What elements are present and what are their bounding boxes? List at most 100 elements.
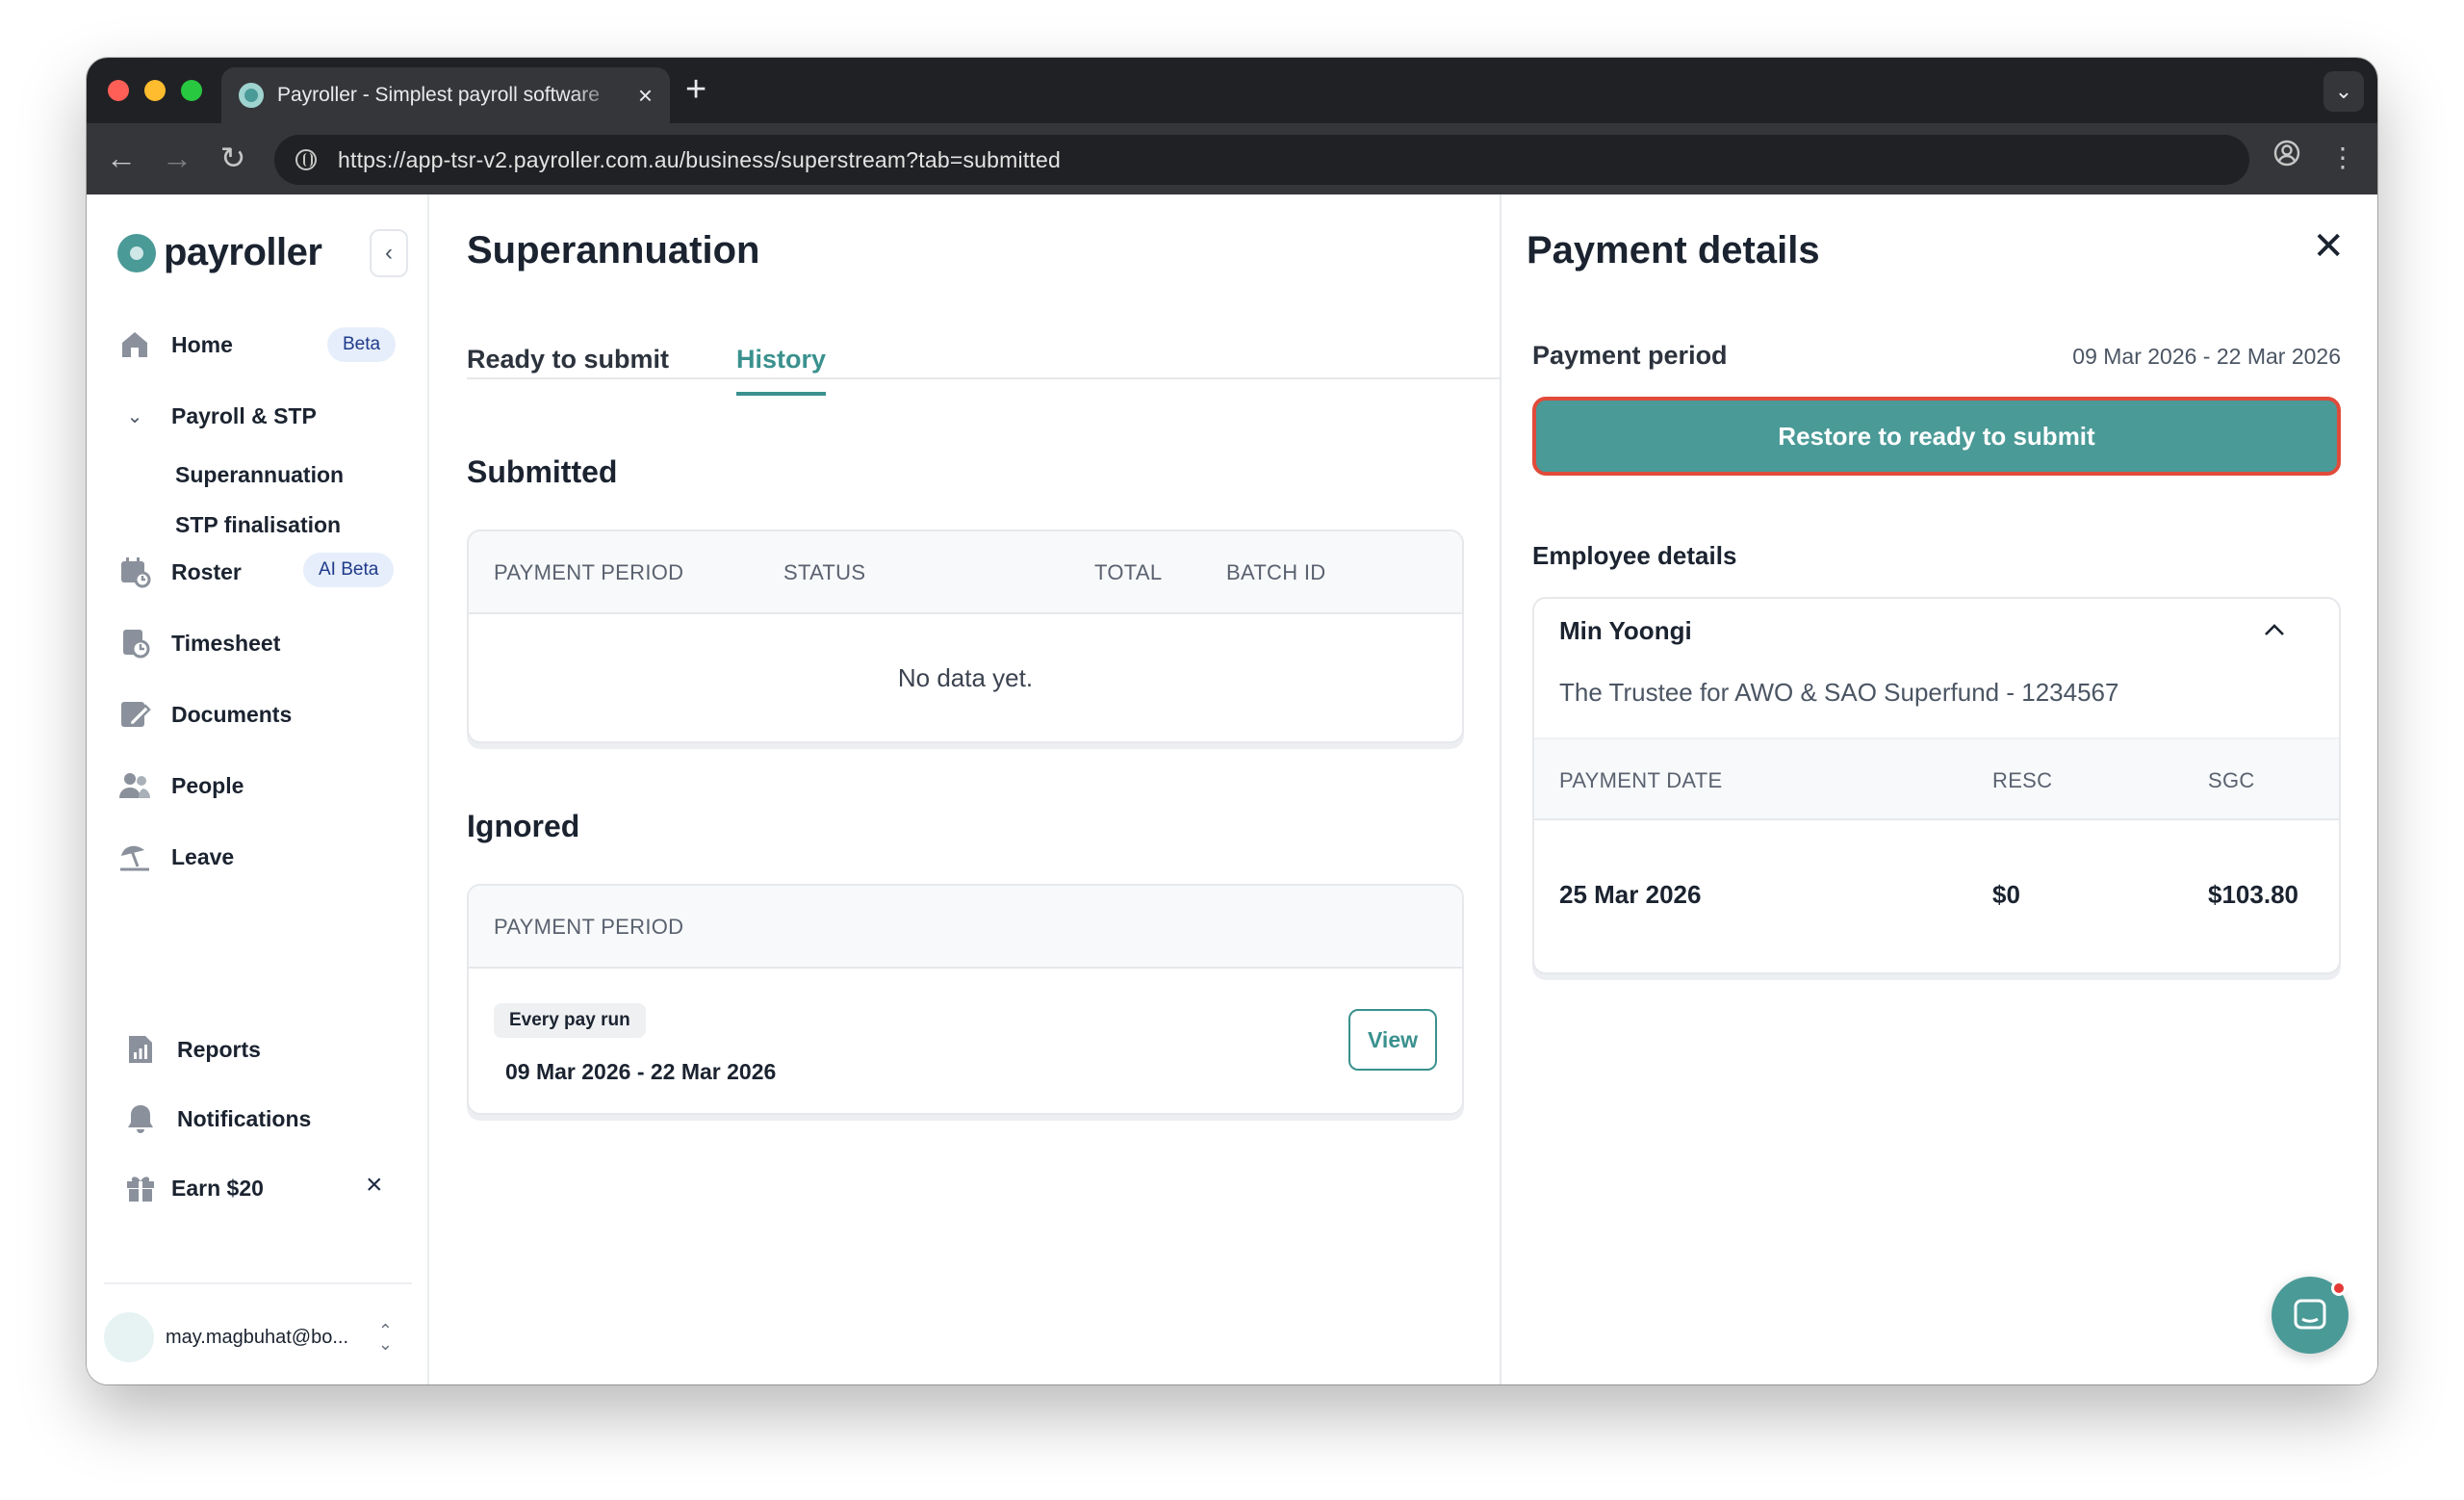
sidebar-item-documents[interactable]: Documents (117, 693, 292, 736)
tab-bar: Ready to submit History (467, 345, 1500, 396)
url-text[interactable]: https://app-tsr-v2.payroller.com.au/busi… (338, 147, 1061, 173)
sidebar-item-stp-finalisation[interactable]: STP finalisation (175, 512, 341, 538)
user-menu[interactable]: may.magbuhat@bo... ⌃ ⌄ (104, 1311, 412, 1363)
more-options-icon[interactable]: ⋮ (2323, 139, 2362, 177)
collapse-sidebar-button[interactable]: ‹ (370, 229, 408, 277)
close-tab-icon[interactable]: × (638, 83, 653, 108)
sidebar-item-roster[interactable]: Roster (117, 551, 242, 593)
reload-icon[interactable]: ↻ (214, 139, 252, 177)
browser-tab-title: Payroller - Simplest payroll software (277, 84, 600, 106)
payment-period-value: 09 Mar 2026 - 22 Mar 2026 (2072, 344, 2341, 369)
employee-card: Min Yoongi The Trustee for AWO & SAO Sup… (1532, 597, 2341, 974)
minimize-window-button[interactable] (144, 80, 166, 101)
employee-name: Min Yoongi (1559, 616, 1692, 645)
maximize-window-button[interactable] (181, 80, 202, 101)
profile-icon[interactable] (2268, 139, 2306, 177)
table-header: PAYMENT PERIOD (469, 886, 1462, 969)
chevron-down-icon: ⌄ (126, 405, 143, 427)
empty-state: No data yet. (897, 662, 1034, 692)
sidebar-item-label: Roster (171, 558, 242, 584)
sidebar-item-label: People (171, 772, 244, 798)
payroller-logo-icon (117, 233, 156, 272)
sidebar-item-superannuation[interactable]: Superannuation (175, 462, 344, 488)
chat-support-button[interactable] (2272, 1277, 2348, 1354)
app: payroller ‹ Home Beta ⌄ Payroll & STP Su… (87, 194, 2377, 1384)
gift-icon (123, 1171, 158, 1205)
sidebar-item-home[interactable]: Home (117, 323, 233, 366)
ignored-table: PAYMENT PERIOD Every pay run 09 Mar 2026… (467, 884, 1464, 1115)
payment-date-cell: 25 Mar 2026 (1559, 880, 1702, 909)
reports-icon (123, 1032, 158, 1067)
sidebar-item-label: Home (171, 331, 233, 357)
table-row: Every pay run 09 Mar 2026 - 22 Mar 2026 … (469, 969, 1462, 1113)
table-header: PAYMENT PERIOD STATUS TOTAL BATCH ID (469, 531, 1462, 614)
sidebar: payroller ‹ Home Beta ⌄ Payroll & STP Su… (87, 194, 429, 1384)
sidebar-item-people[interactable]: People (117, 764, 244, 807)
sidebar-item-label: Documents (171, 701, 293, 727)
sidebar-item-reports[interactable]: Reports (123, 1028, 261, 1071)
column-header: TOTAL (1094, 560, 1163, 584)
column-header: RESC (1992, 768, 2053, 792)
sidebar-item-label: Payroll & STP (171, 402, 317, 428)
page-title: Superannuation (467, 229, 760, 272)
tab-history[interactable]: History (736, 345, 827, 396)
column-header: STATUS (783, 560, 866, 584)
column-header: PAYMENT PERIOD (494, 915, 684, 939)
beta-badge: Beta (327, 327, 397, 362)
view-button[interactable]: View (1348, 1009, 1437, 1071)
tab-ready-to-submit[interactable]: Ready to submit (467, 345, 669, 392)
dismiss-earn-icon[interactable]: × (366, 1171, 383, 1200)
sidebar-item-earn[interactable]: Earn $20 (123, 1167, 264, 1209)
column-header: PAYMENT PERIOD (494, 560, 684, 584)
ignored-title: Ignored (467, 809, 580, 843)
sidebar-item-label: Leave (171, 843, 235, 869)
chevron-up-icon[interactable] (2264, 616, 2285, 643)
sidebar-item-notifications[interactable]: Notifications (123, 1098, 311, 1140)
super-fund: The Trustee for AWO & SAO Superfund - 12… (1559, 678, 2119, 707)
close-icon[interactable]: ✕ (2312, 227, 2345, 266)
sidebar-item-leave[interactable]: Leave (117, 836, 234, 878)
back-icon[interactable]: ← (102, 139, 141, 177)
sidebar-item-payroll-stp[interactable]: ⌄ Payroll & STP (117, 395, 317, 437)
payment-period-label: Payment period (1532, 341, 1728, 370)
umbrella-icon (117, 840, 152, 874)
browser-toolbar: ← → ↻ https://app-tsr-v2.payroller.com.a… (87, 123, 2377, 194)
main-content: Superannuation Ready to submit History S… (431, 194, 1500, 1384)
chat-icon (2294, 1299, 2326, 1330)
new-tab-icon[interactable]: + (685, 71, 706, 108)
column-header: SGC (2208, 768, 2255, 792)
browser-titlebar: Payroller - Simplest payroll software × … (87, 58, 2377, 123)
payment-details-panel: Payment details ✕ Payment period 09 Mar … (1500, 194, 2377, 1384)
panel-title: Payment details (1527, 229, 1820, 272)
bell-icon (123, 1101, 158, 1136)
sidebar-item-timesheet[interactable]: Timesheet (117, 622, 280, 664)
column-header: PAYMENT DATE (1559, 768, 1723, 792)
documents-icon (117, 697, 152, 732)
tab-search-icon[interactable]: ⌄ (2323, 71, 2364, 112)
sidebar-divider (104, 1282, 412, 1284)
submitted-title: Submitted (467, 454, 618, 489)
sidebar-item-label: Notifications (177, 1105, 312, 1131)
resc-cell: $0 (1992, 880, 2020, 909)
address-bar[interactable]: https://app-tsr-v2.payroller.com.au/busi… (274, 135, 2249, 185)
timesheet-icon (117, 626, 152, 660)
user-email: may.magbuhat@bo... (166, 1326, 349, 1348)
sidebar-item-label: Earn $20 (171, 1175, 264, 1201)
table-header: PAYMENT DATE RESC SGC (1534, 737, 2339, 820)
people-icon (117, 768, 152, 803)
payroller-logo[interactable]: payroller (117, 231, 322, 274)
payroller-favicon-icon (239, 83, 264, 108)
home-icon (117, 327, 152, 362)
calendar-icon (117, 555, 152, 589)
employee-details-title: Employee details (1532, 541, 1737, 570)
submitted-table: PAYMENT PERIOD STATUS TOTAL BATCH ID No … (467, 530, 1464, 743)
forward-icon[interactable]: → (158, 139, 196, 177)
restore-button[interactable]: Restore to ready to submit (1532, 397, 2341, 476)
avatar (104, 1312, 154, 1362)
chevron-up-down-icon[interactable]: ⌃ ⌄ (378, 1322, 393, 1353)
site-info-icon[interactable] (295, 149, 317, 170)
close-window-button[interactable] (108, 80, 129, 101)
browser-window: Payroller - Simplest payroll software × … (87, 58, 2377, 1384)
payment-period: 09 Mar 2026 - 22 Mar 2026 (505, 1059, 777, 1084)
browser-tab[interactable]: Payroller - Simplest payroll software × (221, 67, 670, 123)
